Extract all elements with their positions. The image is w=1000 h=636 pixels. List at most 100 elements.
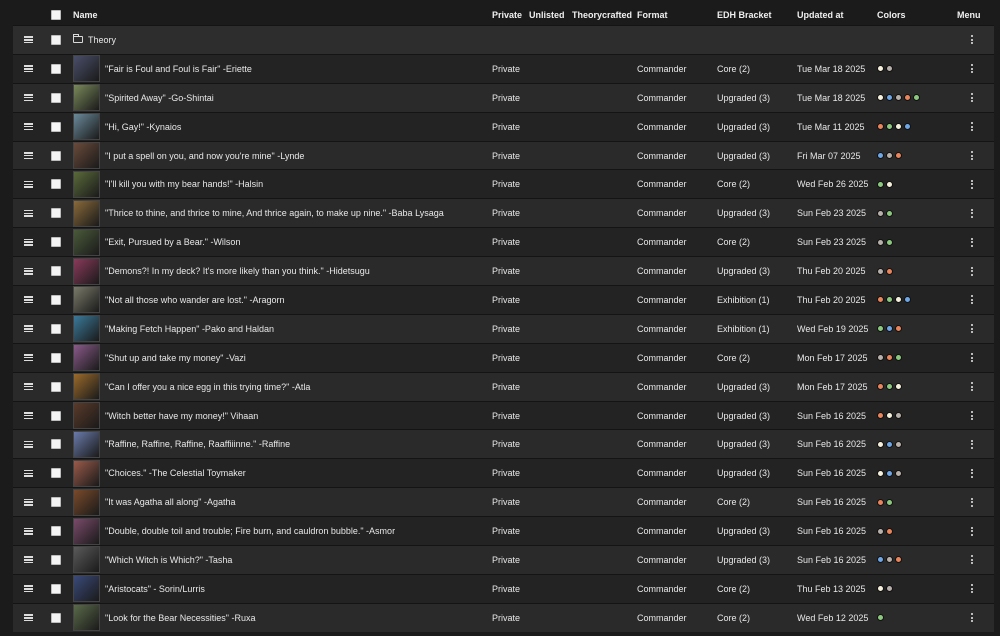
drag-handle-icon[interactable] xyxy=(21,546,35,574)
drag-handle-icon[interactable] xyxy=(21,517,35,545)
deck-name[interactable]: "Witch better have my money!" Vihaan xyxy=(105,411,258,421)
row-checkbox[interactable] xyxy=(49,55,63,83)
table-row[interactable]: "Fair is Foul and Foul is Fair" -Eriette… xyxy=(13,53,994,83)
drag-handle-icon[interactable] xyxy=(21,459,35,487)
row-menu-button[interactable] xyxy=(957,84,987,112)
row-menu-button[interactable] xyxy=(957,170,987,198)
row-checkbox[interactable] xyxy=(49,286,63,314)
deck-name-cell[interactable]: "Double, double toil and trouble; Fire b… xyxy=(73,517,491,545)
table-row[interactable]: "Which Witch is Which?" -Tasha Private Com… xyxy=(13,545,994,574)
row-menu-button[interactable] xyxy=(957,604,987,632)
deck-name[interactable]: "Not all those who wander are lost." -Ar… xyxy=(105,295,284,305)
row-menu-button[interactable] xyxy=(957,488,987,516)
deck-name[interactable]: "Shut up and take my money" -Vazi xyxy=(105,353,246,363)
table-row[interactable]: "Choices." -The Celestial Toymaker Privat… xyxy=(13,458,994,488)
row-checkbox[interactable] xyxy=(49,315,63,343)
deck-name[interactable]: "Raffine, Raffine, Raffine, Raaffiiinne.… xyxy=(105,439,290,449)
row-checkbox[interactable] xyxy=(49,575,63,603)
row-menu-button[interactable] xyxy=(957,257,987,285)
row-checkbox[interactable] xyxy=(49,113,63,141)
column-header-bracket[interactable]: EDH Bracket xyxy=(717,4,772,25)
row-menu-button[interactable] xyxy=(957,459,987,487)
deck-name[interactable]: "Thrice to thine, and thrice to mine, An… xyxy=(105,208,444,218)
deck-name[interactable]: "Aristocats" - Sorin/Lurris xyxy=(105,584,205,594)
drag-handle-icon[interactable] xyxy=(21,55,35,83)
deck-name[interactable]: "Exit, Pursued by a Bear." -Wilson xyxy=(105,237,240,247)
deck-name-cell[interactable]: "Hi, Gay!" -Kynaios xyxy=(73,113,491,141)
deck-name[interactable]: "Which Witch is Which?" -Tasha xyxy=(105,555,232,565)
drag-handle-icon[interactable] xyxy=(21,26,35,54)
drag-handle-icon[interactable] xyxy=(21,402,35,430)
row-menu-button[interactable] xyxy=(957,430,987,458)
deck-name-cell[interactable]: "Raffine, Raffine, Raffine, Raaffiiinne.… xyxy=(73,430,491,458)
row-menu-button[interactable] xyxy=(957,142,987,170)
drag-handle-icon[interactable] xyxy=(21,344,35,372)
row-checkbox[interactable] xyxy=(49,344,63,372)
deck-name-cell[interactable]: "Making Fetch Happen" -Pako and Haldan xyxy=(73,315,491,343)
deck-name[interactable]: "Double, double toil and trouble; Fire b… xyxy=(105,526,395,536)
table-row[interactable]: "Raffine, Raffine, Raffine, Raaffiiinne.… xyxy=(13,429,994,459)
deck-name[interactable]: "It was Agatha all along" -Agatha xyxy=(105,497,235,507)
deck-name-cell[interactable]: "Which Witch is Which?" -Tasha xyxy=(73,546,491,574)
deck-name[interactable]: "I'll kill you with my bear hands!" -Hal… xyxy=(105,179,263,189)
deck-name-cell[interactable]: "Thrice to thine, and thrice to mine, An… xyxy=(73,199,491,227)
table-row[interactable]: "Witch better have my money!" Vihaan Priv… xyxy=(13,400,994,430)
drag-handle-icon[interactable] xyxy=(21,604,35,632)
table-row[interactable]: "Not all those who wander are lost." -Ar… xyxy=(13,285,994,314)
row-checkbox[interactable] xyxy=(49,199,63,227)
deck-name[interactable]: "Look for the Bear Necessities" -Ruxa xyxy=(105,613,255,623)
row-menu-button[interactable] xyxy=(957,113,987,141)
table-row[interactable]: "Hi, Gay!" -Kynaios Private Commander Upgra… xyxy=(13,111,994,141)
row-checkbox[interactable] xyxy=(49,142,63,170)
row-checkbox[interactable] xyxy=(49,546,63,574)
row-checkbox[interactable] xyxy=(49,488,63,516)
deck-name[interactable]: "Fair is Foul and Foul is Fair" -Eriette xyxy=(105,64,252,74)
deck-name[interactable]: "Can I offer you a nice egg in this tryi… xyxy=(105,382,310,392)
table-row[interactable]: "Making Fetch Happen" -Pako and Haldan Pr… xyxy=(13,313,994,343)
row-checkbox[interactable] xyxy=(49,373,63,401)
deck-name-cell[interactable]: "I put a spell on you, and now you're mi… xyxy=(73,142,491,170)
drag-handle-icon[interactable] xyxy=(21,430,35,458)
folder-row[interactable]: Theory xyxy=(13,25,994,54)
deck-name[interactable]: "Choices." -The Celestial Toymaker xyxy=(105,468,246,478)
deck-name-cell[interactable]: "Spirited Away" -Go-Shintai xyxy=(73,84,491,112)
drag-handle-icon[interactable] xyxy=(21,228,35,256)
drag-handle-icon[interactable] xyxy=(21,488,35,516)
row-menu-button[interactable] xyxy=(957,373,987,401)
row-menu-button[interactable] xyxy=(957,55,987,83)
deck-name-cell[interactable]: "Aristocats" - Sorin/Lurris xyxy=(73,575,491,603)
deck-name[interactable]: "Making Fetch Happen" -Pako and Haldan xyxy=(105,324,274,334)
table-row[interactable]: "Thrice to thine, and thrice to mine, An… xyxy=(13,198,994,228)
column-header-theorycrafted[interactable]: Theorycrafted xyxy=(572,4,632,25)
drag-handle-icon[interactable] xyxy=(21,575,35,603)
deck-name-cell[interactable]: "I'll kill you with my bear hands!" -Hal… xyxy=(73,170,491,198)
deck-name-cell[interactable]: "Demons?! In my deck? It's more likely t… xyxy=(73,257,491,285)
drag-handle-icon[interactable] xyxy=(21,170,35,198)
deck-name[interactable]: "Spirited Away" -Go-Shintai xyxy=(105,93,214,103)
row-menu-button[interactable] xyxy=(957,199,987,227)
row-menu-button[interactable] xyxy=(957,26,987,54)
drag-handle-icon[interactable] xyxy=(21,257,35,285)
table-row[interactable]: "I'll kill you with my bear hands!" -Hal… xyxy=(13,169,994,199)
table-row[interactable]: "Can I offer you a nice egg in this tryi… xyxy=(13,371,994,401)
row-checkbox[interactable] xyxy=(49,459,63,487)
deck-name-cell[interactable]: "Witch better have my money!" Vihaan xyxy=(73,402,491,430)
table-row[interactable]: "Shut up and take my money" -Vazi Private… xyxy=(13,342,994,372)
deck-name-cell[interactable]: "Look for the Bear Necessities" -Ruxa xyxy=(73,604,491,632)
deck-name-cell[interactable]: "Shut up and take my money" -Vazi xyxy=(73,344,491,372)
drag-handle-icon[interactable] xyxy=(21,315,35,343)
deck-name-cell[interactable]: "Not all those who wander are lost." -Ar… xyxy=(73,286,491,314)
drag-handle-icon[interactable] xyxy=(21,113,35,141)
column-header-colors[interactable]: Colors xyxy=(877,4,906,25)
column-header-private[interactable]: Private xyxy=(492,4,522,25)
table-row[interactable]: "It was Agatha all along" -Agatha Private… xyxy=(13,487,994,517)
table-row[interactable]: "Double, double toil and trouble; Fire b… xyxy=(13,516,994,546)
drag-handle-icon[interactable] xyxy=(21,199,35,227)
table-row[interactable]: "Exit, Pursued by a Bear." -Wilson Privat… xyxy=(13,227,994,257)
row-checkbox[interactable] xyxy=(49,84,63,112)
column-header-unlisted[interactable]: Unlisted xyxy=(529,4,565,25)
deck-name[interactable]: "Demons?! In my deck? It's more likely t… xyxy=(105,266,370,276)
deck-name-cell[interactable]: "It was Agatha all along" -Agatha xyxy=(73,488,491,516)
table-row[interactable]: "I put a spell on you, and now you're mi… xyxy=(13,140,994,170)
deck-name-cell[interactable]: "Fair is Foul and Foul is Fair" -Eriette xyxy=(73,55,491,83)
